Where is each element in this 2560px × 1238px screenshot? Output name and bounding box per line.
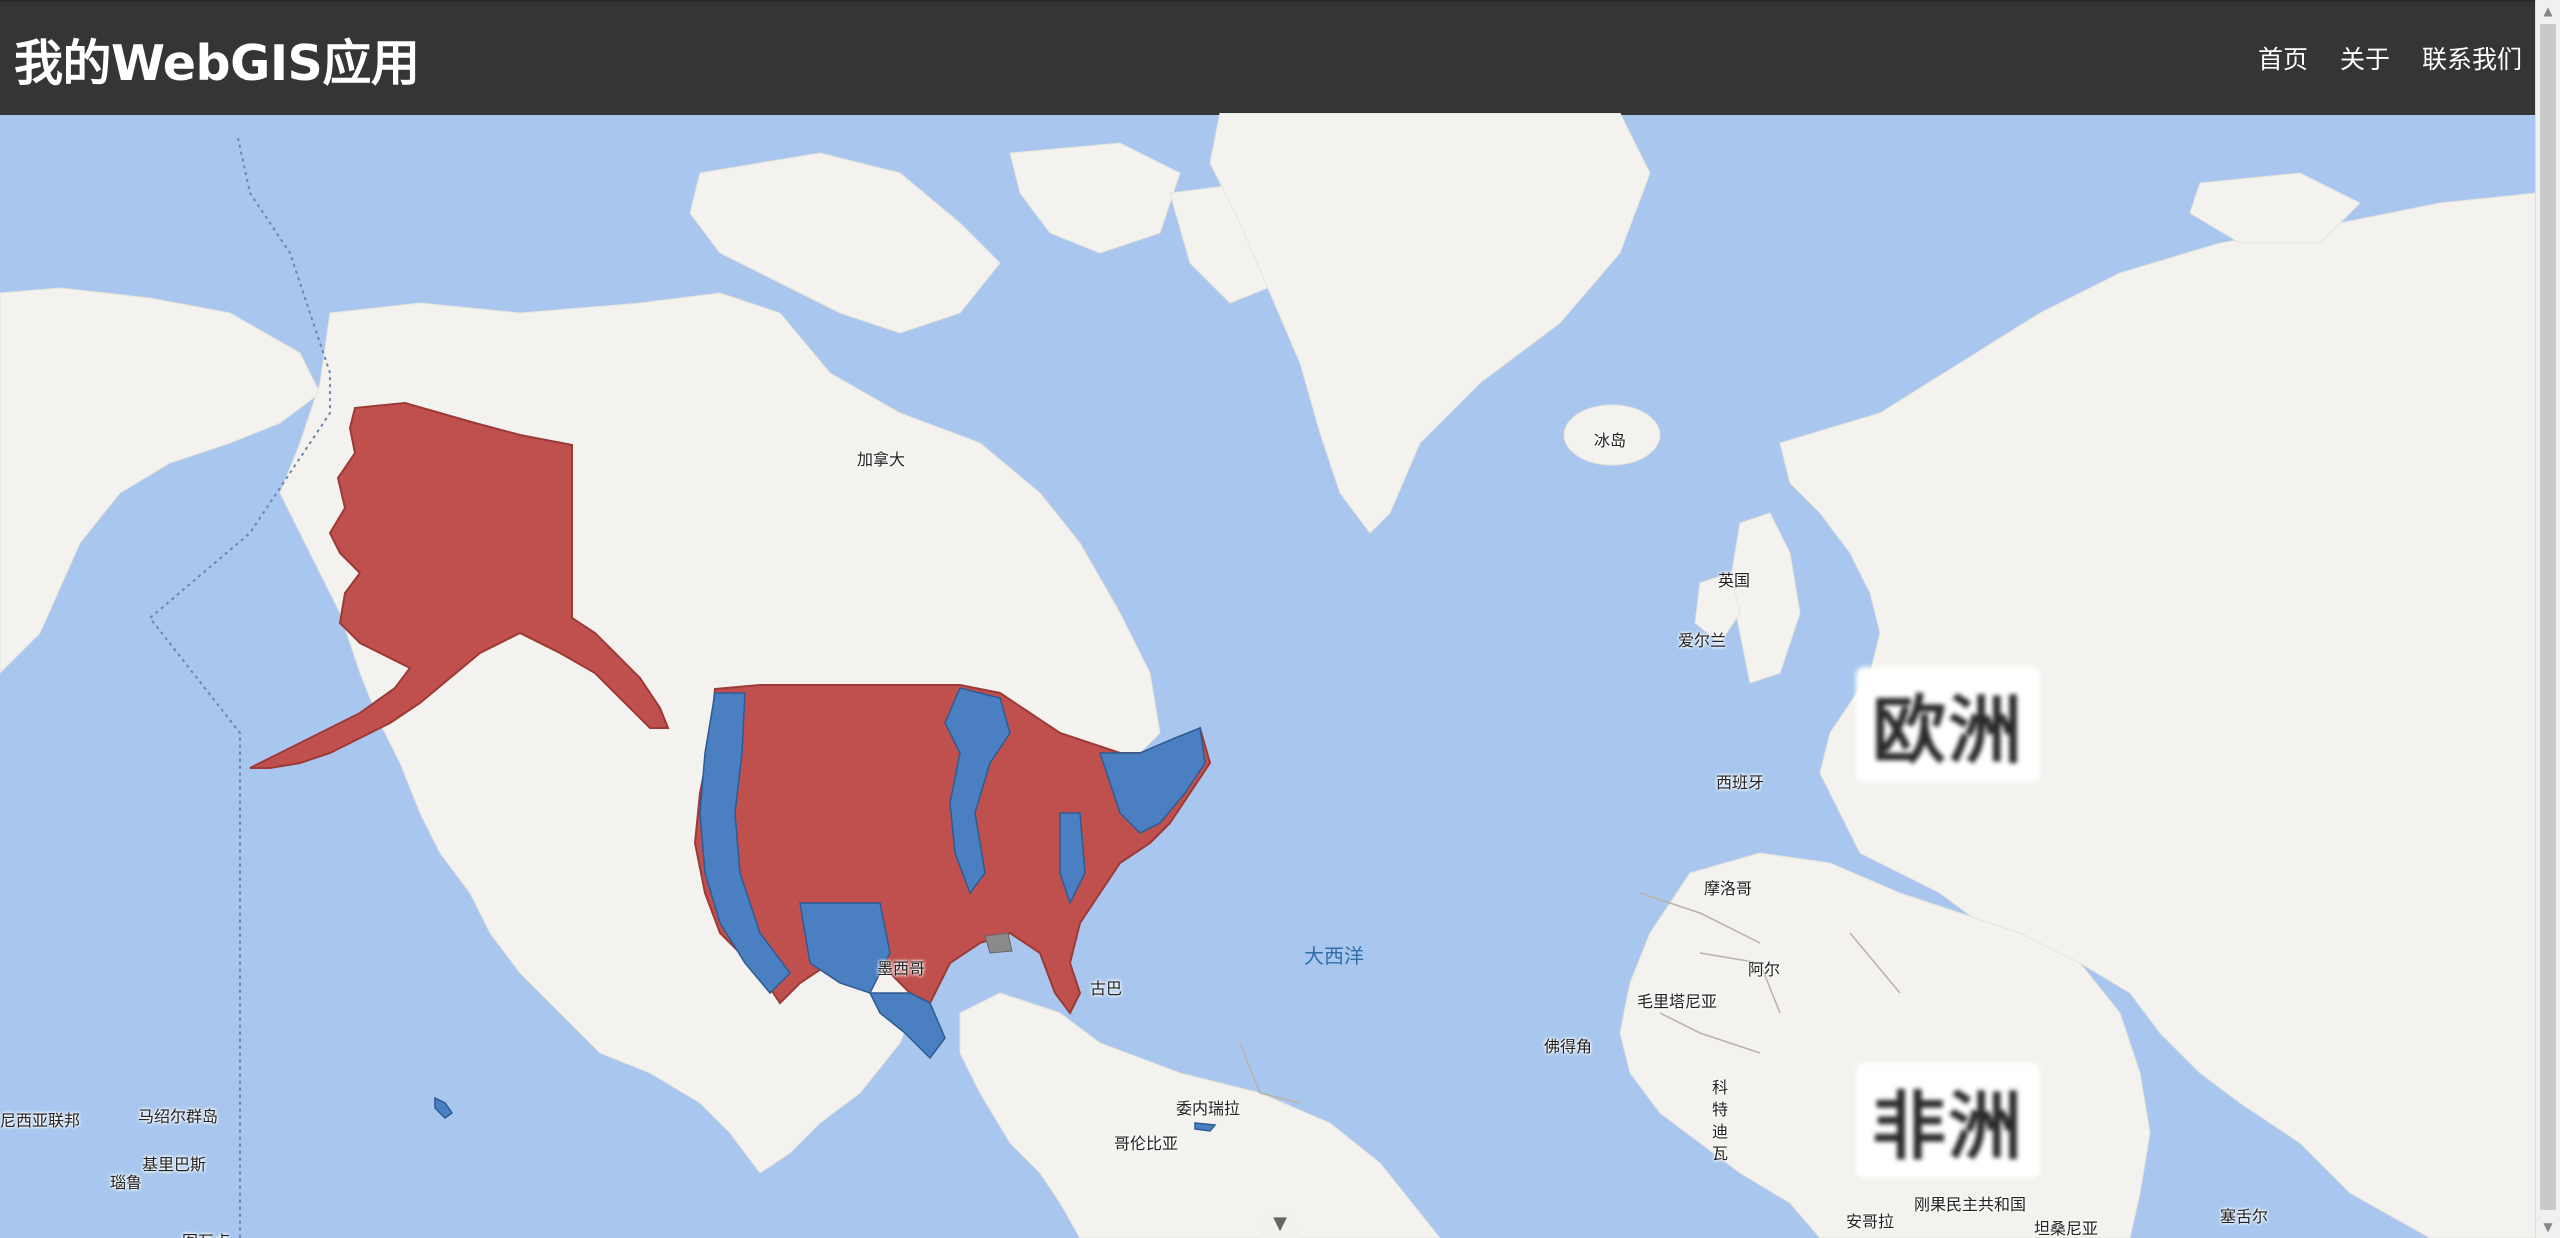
nav-home-link[interactable]: 首页 [2258, 40, 2308, 76]
map-view[interactable]: 加拿大 冰岛 英国 爱尔兰 西班牙 摩洛哥 阿尔 毛里塔尼亚 佛得角 墨西哥 古… [0, 113, 2536, 1238]
land-uk [1729, 512, 1801, 684]
label-uk: 英国 [1718, 571, 1751, 590]
label-algeria: 阿尔 [1748, 960, 1781, 979]
label-morocco: 摩洛哥 [1704, 879, 1753, 898]
label-iceland: 冰岛 [1594, 431, 1627, 450]
label-tanzania: 坦桑尼亚 [2034, 1219, 2099, 1238]
label-venezuela: 委内瑞拉 [1176, 1099, 1241, 1118]
scroll-thumb[interactable] [2540, 24, 2556, 1210]
label-spain: 西班牙 [1716, 773, 1765, 792]
blue-hawaii [434, 1096, 454, 1119]
page-scrollbar[interactable]: ▲ ▼ [2535, 0, 2560, 1238]
label-tuvalu: 图瓦卢 [182, 1228, 230, 1238]
label-marshall: 马绍尔群岛 [138, 1107, 219, 1126]
label-angola: 安哥拉 [1846, 1212, 1895, 1231]
basemap [0, 113, 2536, 1238]
scroll-up-arrow-icon[interactable]: ▲ [2536, 0, 2560, 22]
label-canada: 加拿大 [857, 450, 906, 469]
label-europe: 欧洲 [1856, 667, 2040, 782]
label-atlantic: 大西洋 [1304, 944, 1364, 968]
label-cuba: 古巴 [1090, 979, 1123, 998]
label-seychelles: 塞舌尔 [2220, 1207, 2269, 1226]
scroll-down-arrow-icon[interactable]: ▼ [2536, 1216, 2560, 1238]
land-greenland [1209, 113, 1651, 534]
nav-contact-link[interactable]: 联系我们 [2422, 40, 2522, 76]
gray-region [984, 932, 1013, 954]
label-micronesia: 尼西亚联邦 [0, 1111, 81, 1130]
label-ireland: 爱尔兰 [1678, 631, 1727, 650]
label-africa: 非洲 [1856, 1063, 2040, 1178]
app-title: 我的WebGIS应用 [14, 35, 420, 92]
label-nauru: 瑙鲁 [110, 1173, 143, 1192]
app-header: 我的WebGIS应用 首页 关于 联系我们 [0, 0, 2536, 115]
chevron-down-icon: ▼ [1273, 1213, 1287, 1234]
label-cote-divoire: 科特迪瓦 [1712, 1078, 1729, 1163]
top-nav: 首页 关于 联系我们 [2258, 40, 2522, 76]
label-colombia: 哥伦比亚 [1114, 1134, 1179, 1153]
label-drc: 刚果民主共和国 [1914, 1195, 2027, 1214]
label-mexico: 墨西哥 [877, 959, 926, 978]
label-mauritania: 毛里塔尼亚 [1637, 992, 1718, 1011]
label-kiribati: 基里巴斯 [142, 1155, 207, 1174]
label-cape-verde: 佛得角 [1544, 1037, 1593, 1056]
nav-about-link[interactable]: 关于 [2340, 40, 2390, 76]
land-chukotka [0, 287, 321, 674]
